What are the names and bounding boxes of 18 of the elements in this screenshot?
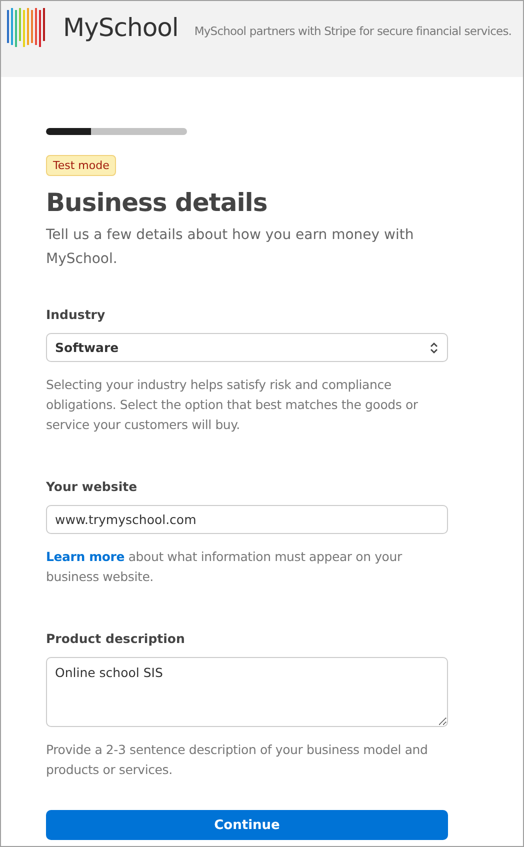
description-textarea[interactable]: Online school SIS [46, 657, 448, 727]
industry-select[interactable]: Software [46, 333, 448, 362]
subtitle: Tell us a few details about how you earn money with MySchool. [46, 226, 415, 269]
test-mode-badge: Test mode [46, 155, 116, 176]
field-hint: Provide a 2-3 sentence description of your business model and products or services. [46, 741, 429, 779]
tagline: MySchool partners with Stripe for secure financial services. [194, 24, 512, 38]
field-hint: Selecting your industry helps satisfy risk and compliance obligations. Select the option that best matches the goods or service your customers will buy. [46, 376, 419, 434]
field-label: Your website [46, 479, 138, 494]
continue-button[interactable]: Continue [46, 810, 448, 840]
field-label: Industry [46, 307, 106, 322]
logo-stripes-icon [7, 8, 47, 47]
field-label: Product description [46, 631, 186, 646]
brand-name: MySchool [63, 13, 178, 42]
page-title: Business details [46, 188, 268, 217]
field-hint: Learn more about what information must appear on your business website. [46, 548, 404, 586]
website-input[interactable]: www.trymyschool.com [46, 505, 448, 534]
learn-more-link[interactable]: Learn more [46, 549, 125, 564]
chevron-up-down-icon [429, 342, 439, 354]
